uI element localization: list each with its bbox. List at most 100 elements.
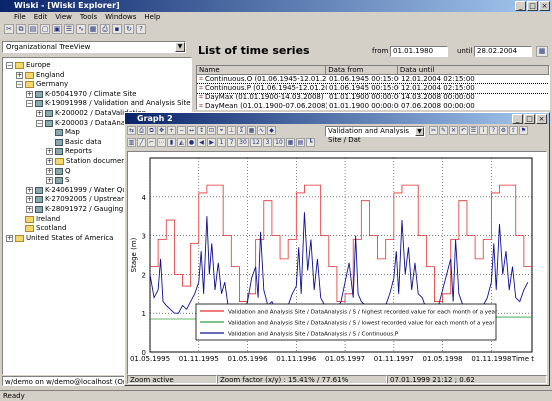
menu-windows[interactable]: Windows (105, 12, 136, 22)
expand-icon[interactable]: + (26, 206, 33, 213)
properties-icon[interactable]: ☰ (64, 24, 74, 34)
copy-icon[interactable]: ⧉ (147, 126, 156, 135)
column-name[interactable]: Name (197, 66, 327, 74)
period-7-button[interactable]: 7 (227, 138, 236, 147)
period-12-button[interactable]: 12 (250, 138, 262, 147)
pan-icon[interactable]: ✥ (157, 126, 166, 135)
chevron-down-icon[interactable]: ▼ (415, 127, 424, 136)
maximize-button[interactable]: □ (527, 1, 538, 11)
color-icon[interactable]: ● (187, 138, 196, 147)
collapse-icon[interactable]: − (16, 81, 23, 89)
tree-node[interactable]: Map (46, 128, 80, 137)
undo-icon[interactable]: ↶ (459, 126, 468, 135)
export-icon[interactable]: ⇪ (509, 126, 518, 135)
collapse-icon[interactable]: − (26, 100, 33, 108)
tree-node[interactable]: + K-28091972 / Gauging Site (26, 205, 139, 214)
select-icon[interactable]: ⌖ (217, 126, 226, 135)
tree-node[interactable]: + Q (46, 167, 71, 176)
chevron-down-icon[interactable]: ▼ (175, 42, 185, 52)
plot-area[interactable]: 01.05.1995 01.11.1995 01.05.1996 01.11.1996… (127, 151, 547, 375)
tree-node[interactable]: + S (46, 176, 69, 185)
expand-icon[interactable]: + (46, 167, 53, 175)
marker-icon[interactable]: ◆ (267, 126, 276, 135)
print-icon[interactable]: ⎙ (137, 126, 146, 135)
curve-icon[interactable]: ∿ (257, 126, 266, 135)
print-icon[interactable]: ⎙ (100, 24, 110, 34)
expand-icon[interactable]: + (36, 110, 43, 117)
table-icon[interactable]: ▤ (296, 138, 305, 147)
menu-view[interactable]: View (55, 12, 72, 22)
expand-icon[interactable]: + (16, 71, 23, 79)
tree-node[interactable]: Ireland (16, 215, 60, 224)
expand-icon[interactable]: + (6, 234, 13, 242)
tree-node[interactable]: Basic data (46, 138, 102, 147)
delete-icon[interactable]: ✕ (449, 126, 458, 135)
paste-icon[interactable]: ▤ (28, 24, 38, 34)
zoom-y-icon[interactable]: ↕ (197, 126, 206, 135)
expand-icon[interactable]: + (46, 177, 53, 185)
tree-node[interactable]: − K-19091998 / Validation and Analysis Si… (26, 99, 191, 108)
table-row[interactable]: ⌗Continuous.P (01.06.1945-12.01.2004)01.… (197, 83, 549, 94)
menu-help[interactable]: Help (144, 12, 160, 22)
tree-node[interactable]: + United States of America (6, 234, 113, 243)
expand-icon[interactable]: + (46, 158, 53, 165)
grid-icon[interactable]: ▦ (247, 126, 256, 135)
axis-icon[interactable]: ┗ (306, 138, 315, 147)
until-date-input[interactable]: 28.02.2004 (474, 46, 532, 57)
stats-icon[interactable]: Σ (237, 126, 246, 135)
period-30-button[interactable]: 30 (237, 138, 249, 147)
copy-icon[interactable]: ⧉ (16, 24, 26, 34)
graph-maximize-button[interactable]: □ (524, 114, 535, 124)
refresh-icon[interactable]: ↻ (124, 24, 134, 34)
open-icon[interactable]: ▣ (52, 24, 62, 34)
zoom-in-icon[interactable]: + (167, 126, 176, 135)
flag-icon[interactable]: ⚑ (519, 126, 528, 135)
step-icon[interactable]: ⌐ (147, 138, 156, 147)
zoom-x-icon[interactable]: ↔ (187, 126, 196, 135)
tree-node[interactable]: + England (16, 71, 64, 80)
line-icon[interactable]: ╱ (137, 138, 146, 147)
menu-file[interactable]: File (14, 12, 26, 22)
expand-icon[interactable]: + (26, 186, 33, 194)
points-icon[interactable]: ⋯ (157, 138, 166, 147)
column-data-until[interactable]: Data until (398, 66, 549, 74)
bars-icon[interactable]: ▮ (167, 138, 176, 147)
tree-node[interactable]: Scotland (16, 224, 66, 233)
expand-icon[interactable]: + (26, 90, 33, 98)
measure-icon[interactable]: ⊥ (227, 126, 236, 135)
calendar-icon[interactable]: ▦ (286, 138, 295, 147)
new-icon[interactable]: ▢ (40, 24, 50, 34)
tree-node[interactable]: + Reports (46, 147, 92, 156)
menu-tools[interactable]: Tools (80, 12, 97, 22)
info-icon[interactable]: i (479, 126, 488, 135)
collapse-icon[interactable]: − (36, 119, 43, 127)
edit-icon[interactable]: ✎ (439, 126, 448, 135)
series-select[interactable]: Validation and Analysis Site / Dat ▼ (325, 126, 425, 144)
tree-node[interactable]: + K-05041970 / Climate Site (26, 90, 136, 99)
close-button[interactable]: × (539, 1, 550, 11)
back-icon[interactable]: ◀ (197, 138, 206, 147)
calendar-icon[interactable]: ▦ (536, 46, 548, 57)
collapse-icon[interactable]: − (6, 62, 13, 69)
menu-edit[interactable]: Edit (34, 12, 48, 22)
period-3-button[interactable]: 3 (263, 138, 272, 147)
graph-minimize-button[interactable]: _ (512, 114, 523, 124)
tree-node[interactable]: − Germany (16, 80, 68, 89)
period-1-button[interactable]: 1 (217, 138, 226, 147)
graph-icon[interactable]: ∿ (76, 24, 86, 34)
properties-icon[interactable]: ☰ (469, 126, 478, 135)
period-10-button[interactable]: 10 (273, 138, 285, 147)
save-icon[interactable]: ▪ (112, 24, 122, 34)
expand-icon[interactable]: + (46, 148, 53, 156)
graph-close-button[interactable]: × (536, 114, 547, 124)
help-icon[interactable]: ? (489, 126, 498, 135)
tree-node[interactable]: + Station documents (46, 157, 132, 166)
zoom-out-icon[interactable]: − (177, 126, 186, 135)
forward-icon[interactable]: ▶ (207, 138, 216, 147)
time-series-chart[interactable]: 01.05.1995 01.11.1995 01.05.1996 01.11.1996… (128, 152, 546, 374)
area-icon[interactable]: ◭ (177, 138, 186, 147)
column-data-from[interactable]: Data from (326, 66, 398, 74)
help-icon[interactable]: ? (136, 24, 146, 34)
table-icon[interactable]: ▦ (88, 24, 98, 34)
from-date-input[interactable]: 01.01.1980 (390, 46, 448, 57)
